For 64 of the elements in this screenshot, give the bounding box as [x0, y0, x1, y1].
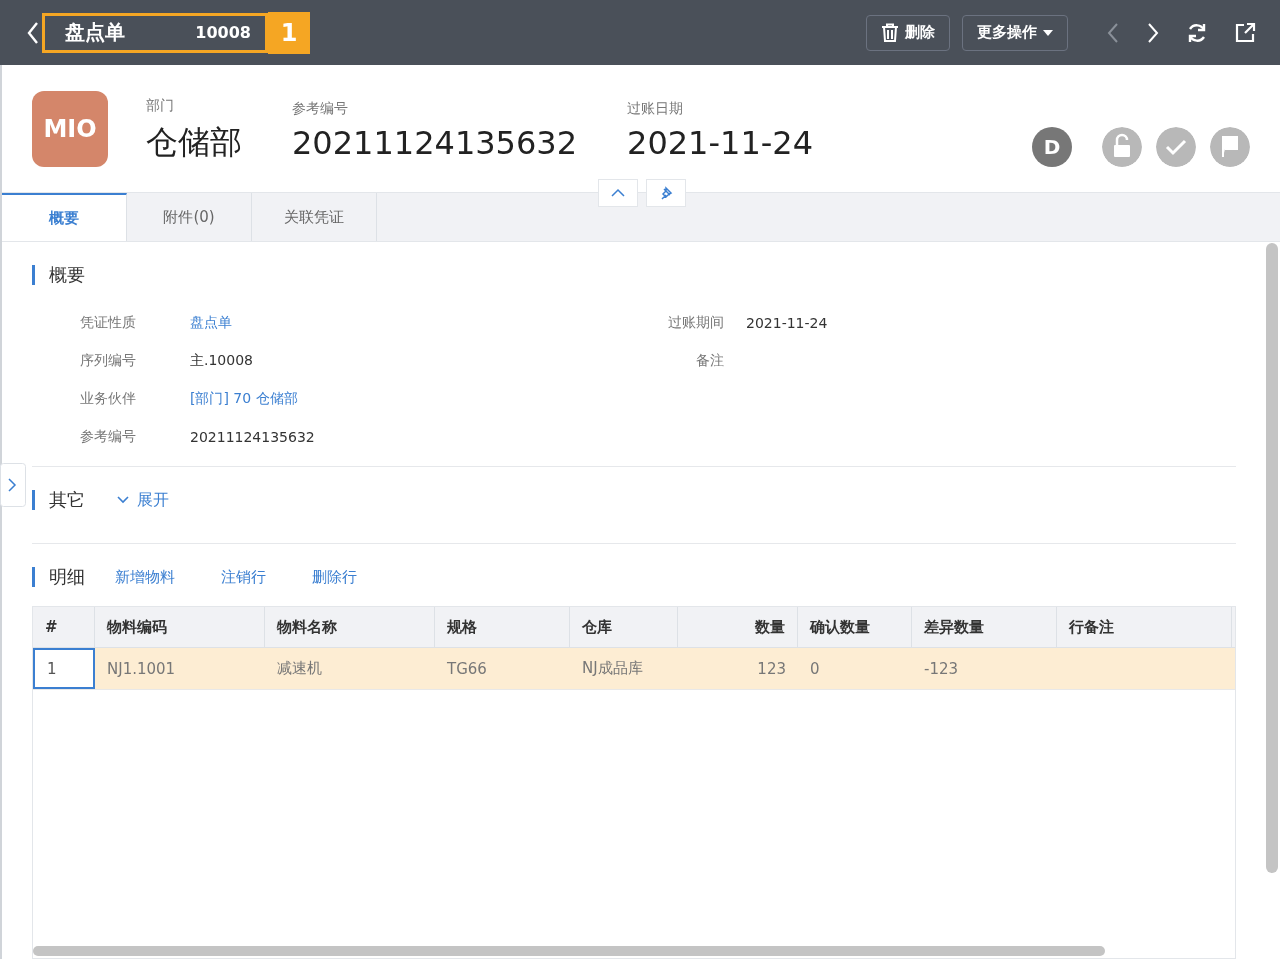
- field-label: 备注: [695, 352, 724, 370]
- table-row[interactable]: 1 NJ1.1001 减速机 TG66 NJ成品库 123 0 -123: [33, 648, 1235, 690]
- field-label: 过账期间: [667, 314, 724, 332]
- section-title: 概要: [49, 263, 85, 287]
- refresh-icon[interactable]: [1186, 21, 1208, 44]
- more-actions-button[interactable]: 更多操作: [962, 14, 1068, 51]
- field-label: 序列编号: [79, 352, 137, 370]
- field-label: 参考编号: [79, 428, 137, 446]
- table-cell: 1: [33, 648, 95, 689]
- field-label: 业务伙伴: [79, 390, 137, 408]
- field-label: 参考编号: [292, 99, 349, 118]
- field-value: 2021-11-24: [627, 123, 813, 162]
- table-cell-text: 0: [809, 658, 821, 680]
- field-link[interactable]: [部门] 70 仓储部: [190, 390, 298, 408]
- table-cell-text: NJ1.1001: [106, 658, 177, 680]
- field-label: 部门: [146, 96, 175, 115]
- trash-icon: [881, 22, 899, 43]
- table-cell-text: 减速机: [276, 658, 323, 679]
- column-header: 规格: [435, 607, 570, 647]
- logo: MIO: [32, 90, 108, 167]
- column-header: #: [33, 607, 95, 647]
- field-label: 凭证性质: [79, 314, 137, 332]
- document-title: 盘点单: [65, 19, 125, 46]
- table-cell-text: NJ成品库: [581, 658, 644, 679]
- field-value: 20211124135632: [292, 123, 578, 162]
- flag-icon[interactable]: [1210, 126, 1250, 167]
- back-icon[interactable]: [26, 20, 40, 45]
- pin-icon[interactable]: [646, 179, 686, 207]
- action-link[interactable]: 注销行: [221, 567, 266, 587]
- field-link[interactable]: 盘点单: [190, 314, 232, 332]
- field-value: 主.10008: [190, 352, 253, 370]
- column-header: 物料名称: [265, 607, 435, 647]
- table-cell-text: -123: [923, 658, 960, 680]
- check-icon[interactable]: [1156, 126, 1196, 167]
- column-header: 物料编码: [95, 607, 265, 647]
- vertical-scrollbar[interactable]: [1266, 243, 1278, 873]
- tab[interactable]: 概要: [2, 193, 127, 241]
- document-number: 10008: [195, 23, 251, 42]
- field-value: 20211124135632: [190, 429, 315, 445]
- field-value: 仓储部: [146, 121, 242, 163]
- collapse-icon[interactable]: [598, 179, 638, 207]
- delete-button[interactable]: 删除: [866, 14, 950, 51]
- action-link[interactable]: 删除行: [312, 567, 357, 587]
- caret-icon: [1043, 29, 1053, 36]
- share-icon[interactable]: [1234, 21, 1256, 44]
- field-value: 2021-11-24: [746, 315, 828, 331]
- column-header: 确认数量: [798, 607, 912, 647]
- section-title: 其它: [49, 488, 85, 512]
- column-header: 行备注: [1057, 607, 1232, 647]
- column-header: 仓库: [570, 607, 678, 647]
- table-cell-text: TG66: [446, 658, 488, 680]
- unlock-icon[interactable]: [1102, 126, 1142, 167]
- table-cell-text: 123: [756, 658, 787, 680]
- column-header: 差异数量: [912, 607, 1057, 647]
- expand-toggle[interactable]: 展开: [117, 489, 169, 511]
- annotation-badge: 1: [268, 11, 310, 54]
- section-title: 明细: [49, 565, 85, 589]
- status-badge[interactable]: D: [1032, 126, 1072, 167]
- column-header: 数量: [678, 607, 798, 647]
- field-label: 过账日期: [627, 99, 685, 118]
- chevron-icon: [117, 496, 129, 504]
- action-link[interactable]: 新增物料: [115, 567, 175, 587]
- expand-sidebar-icon[interactable]: [0, 463, 26, 507]
- horizontal-scrollbar[interactable]: [33, 946, 1105, 956]
